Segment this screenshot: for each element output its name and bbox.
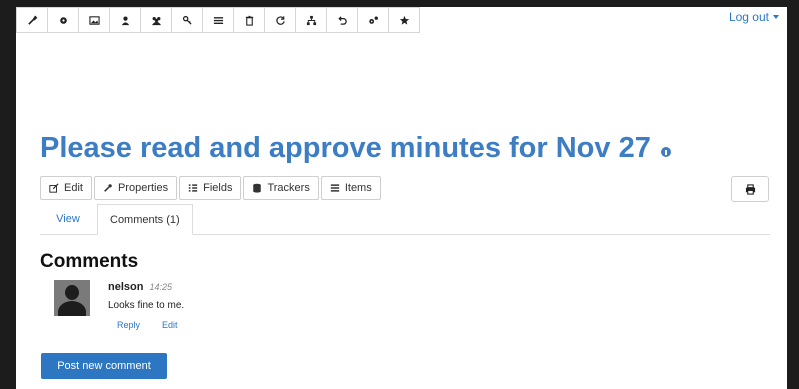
comment-text: Looks fine to me. <box>108 300 185 311</box>
items-button[interactable]: Items <box>320 176 381 200</box>
tb-wrench-button[interactable] <box>16 7 48 33</box>
page-title-row: Please read and approve minutes for Nov … <box>40 132 671 165</box>
info-icon[interactable] <box>660 146 671 157</box>
tb-list-button[interactable] <box>203 7 234 33</box>
print-button[interactable] <box>731 176 769 202</box>
tb-user-button[interactable] <box>110 7 141 33</box>
post-new-comment-button[interactable]: Post new comment <box>41 353 167 379</box>
tb-sitemap-button[interactable] <box>296 7 327 33</box>
caret-down-icon <box>773 15 779 19</box>
fields-button-label: Fields <box>203 182 233 194</box>
tb-settings-button[interactable] <box>358 7 389 33</box>
page-title: Please read and approve minutes for Nov … <box>40 132 651 164</box>
comment-meta: nelson 14:25 <box>108 281 172 293</box>
refresh-icon <box>275 15 285 25</box>
trash-icon <box>245 15 253 26</box>
tb-key-button[interactable] <box>172 7 203 33</box>
tb-image-button[interactable] <box>79 7 110 33</box>
tb-trash-button[interactable] <box>234 7 265 33</box>
comment-time: 14:25 <box>149 282 172 292</box>
edit-button[interactable]: Edit <box>40 176 92 200</box>
undo-icon <box>337 15 347 25</box>
tab-view[interactable]: View <box>40 204 96 234</box>
tab-bar: View Comments (1) <box>40 204 770 235</box>
list-icon <box>213 16 223 24</box>
sitemap-icon <box>306 15 316 25</box>
properties-button-label: Properties <box>117 182 169 194</box>
tb-undo-button[interactable] <box>327 7 358 33</box>
logout-label: Log out <box>728 10 769 24</box>
items-button-label: Items <box>344 182 372 194</box>
fields-icon <box>188 184 198 192</box>
fields-button[interactable]: Fields <box>179 176 242 200</box>
image-icon <box>88 15 100 25</box>
comment-author[interactable]: nelson <box>108 281 143 293</box>
avatar <box>54 280 90 316</box>
trackers-button-label: Trackers <box>267 182 310 194</box>
print-icon <box>745 183 755 195</box>
action-toolbar: Edit Properties Fields Trackers Items <box>40 176 383 200</box>
edit-button-label: Edit <box>64 182 83 194</box>
tb-refresh-button[interactable] <box>265 7 296 33</box>
user-icon <box>121 16 129 25</box>
star-icon <box>399 15 409 25</box>
tb-group-button[interactable] <box>141 7 172 33</box>
edit-comment-link[interactable]: Edit <box>162 320 178 330</box>
wrench-icon <box>27 15 37 25</box>
settings-icon <box>368 16 378 24</box>
database-icon <box>253 183 262 193</box>
comment-actions: Reply Edit <box>117 320 178 330</box>
edit-icon <box>49 183 59 193</box>
admin-toolbar <box>16 7 420 33</box>
tab-comments[interactable]: Comments (1) <box>97 204 193 235</box>
logout-menu[interactable]: Log out <box>729 10 779 24</box>
group-icon <box>151 16 161 25</box>
comments-heading: Comments <box>40 251 139 272</box>
wrench-icon <box>104 184 112 192</box>
properties-button[interactable]: Properties <box>93 176 178 200</box>
tb-star-button[interactable] <box>389 7 420 33</box>
gear-icon <box>59 16 67 24</box>
page-container: Log out Please read and approve minutes … <box>16 7 787 389</box>
trackers-button[interactable]: Trackers <box>243 176 319 200</box>
tb-gear-button[interactable] <box>48 7 79 33</box>
reply-link[interactable]: Reply <box>117 320 140 330</box>
list-icon <box>330 184 339 192</box>
key-icon <box>182 15 192 25</box>
